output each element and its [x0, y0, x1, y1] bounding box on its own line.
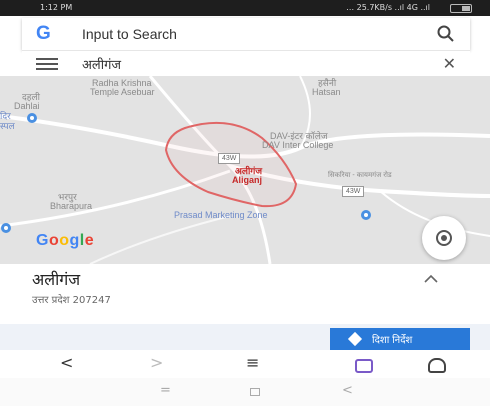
query-bar: अलीगंज ✕	[22, 50, 470, 76]
map-label: DAV Inter College	[262, 140, 334, 150]
browser-menu-button[interactable]: ≡	[246, 354, 259, 372]
action-strip: दिशा निर्देश	[0, 324, 490, 350]
my-location-button[interactable]	[422, 216, 466, 260]
map-label: Dahlai	[14, 101, 40, 111]
place-address: उत्तर प्रदेश 207247	[32, 295, 111, 306]
place-panel[interactable]: अलीगंज उत्तर प्रदेश 207247	[0, 264, 490, 324]
close-icon[interactable]: ✕	[443, 55, 456, 73]
map-label: दिर	[0, 111, 11, 121]
place-name: अलीगंज	[32, 270, 81, 289]
recents-icon[interactable]	[250, 388, 260, 396]
search-input[interactable]: Input to Search	[82, 26, 177, 42]
google-logo-icon: G	[36, 23, 51, 44]
directions-button[interactable]: दिशा निर्देश	[330, 328, 470, 350]
system-nav-bar: = <	[0, 378, 490, 406]
home-icon[interactable]	[428, 358, 446, 373]
directions-icon	[347, 331, 363, 347]
google-watermark: Google	[36, 232, 95, 249]
poi-pin-icon[interactable]	[26, 112, 38, 124]
status-network: … 25.7KB/s ..ıl 4G ..ıl	[346, 3, 430, 12]
poi-pin-icon[interactable]	[0, 222, 12, 234]
road-shield: 43W	[342, 186, 365, 197]
map-label: Temple Asebuar	[90, 87, 155, 97]
menu-icon[interactable]	[36, 58, 58, 70]
tabs-icon[interactable]	[355, 359, 373, 373]
road-shield: 43W	[218, 153, 241, 164]
chevron-up-icon[interactable]	[424, 274, 438, 284]
place-label: Aliganj	[232, 175, 263, 185]
map-label: स्पल	[0, 121, 15, 131]
poi-pin-icon[interactable]	[360, 209, 372, 221]
battery-icon	[450, 4, 472, 13]
map-label: Bharapura	[50, 201, 93, 211]
browser-toolbar: < > ≡	[0, 350, 490, 378]
poi-label[interactable]: Prasad Marketing Zone	[174, 210, 268, 220]
directions-label: दिशा निर्देश	[372, 335, 413, 346]
road-label: सिकरिया - कायमगंज रोड	[328, 172, 392, 179]
search-icon[interactable]	[436, 24, 456, 44]
forward-button[interactable]: >	[150, 354, 163, 372]
search-bar[interactable]: G Input to Search	[22, 18, 470, 50]
query-text[interactable]: अलीगंज	[82, 55, 121, 73]
status-time: 1:12 PM	[40, 3, 73, 12]
system-menu-button[interactable]: =	[160, 384, 171, 398]
status-bar: 1:12 PM … 25.7KB/s ..ıl 4G ..ıl	[0, 0, 490, 16]
back-button[interactable]: <	[60, 354, 73, 372]
map-label: Hatsan	[312, 87, 341, 97]
system-back-button[interactable]: <	[342, 384, 353, 398]
map-view[interactable]: Radha Krishna Temple Asebuar हसैनी Hatsa…	[0, 76, 490, 264]
